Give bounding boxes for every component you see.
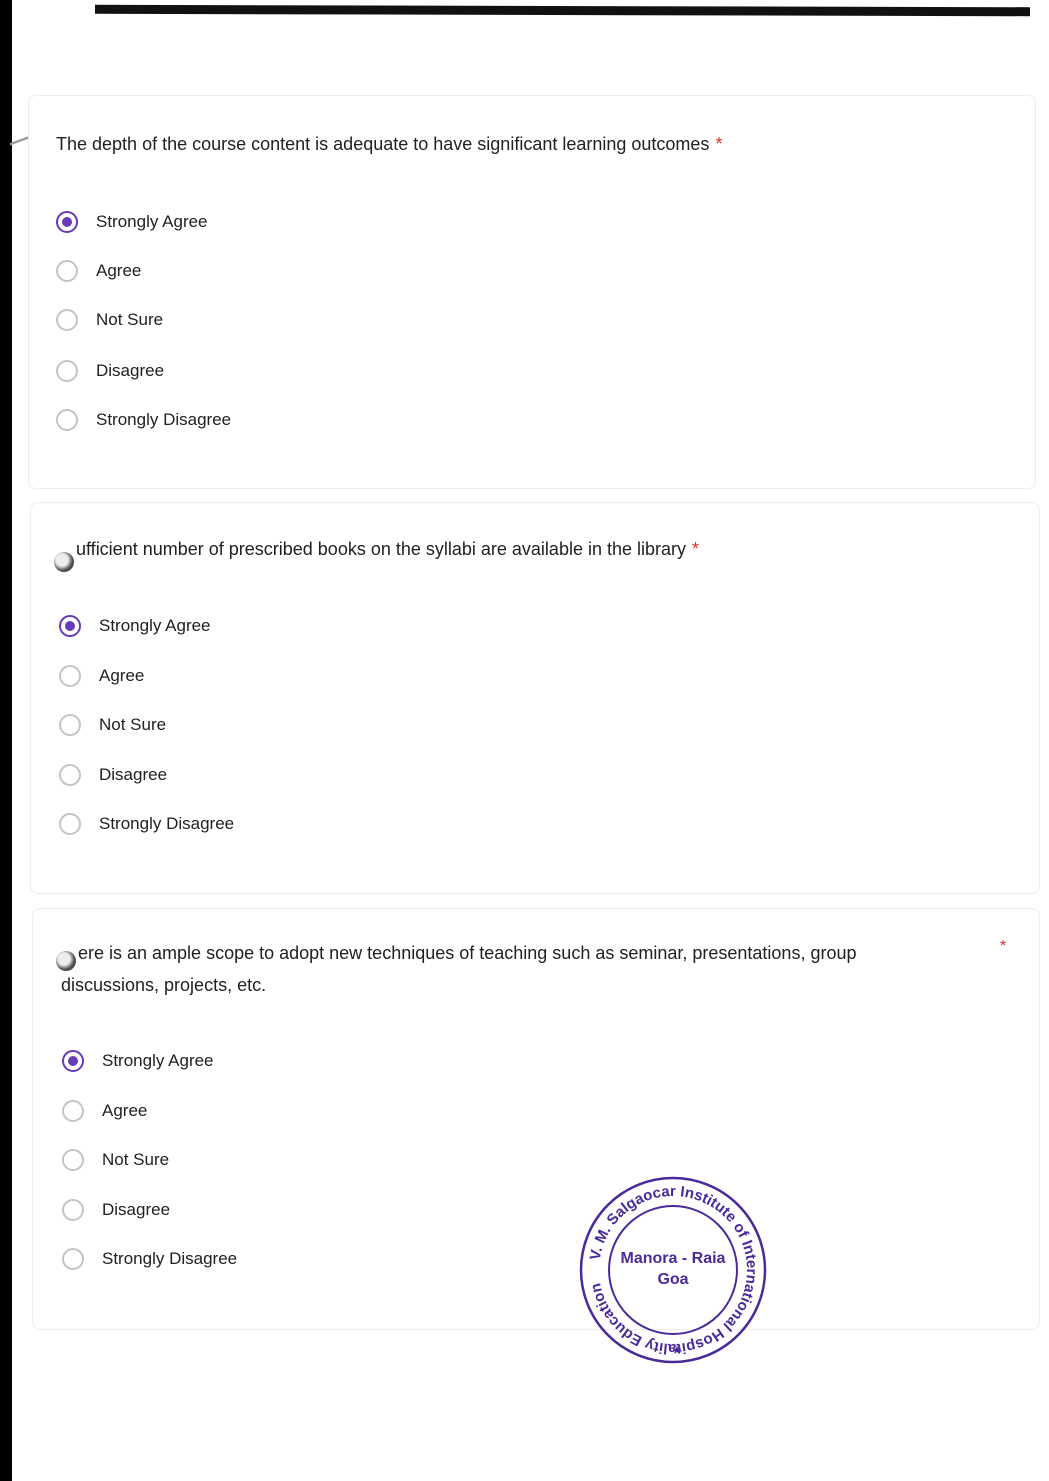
option-label: Strongly Disagree <box>99 814 235 833</box>
radio-unchecked-icon[interactable] <box>62 1248 84 1270</box>
question-2-title: ufficient number of prescribed books on … <box>76 533 699 565</box>
punch-hole-icon <box>54 552 74 572</box>
option-label: Strongly Agree <box>99 616 211 635</box>
q2-option-disagree[interactable]: Disagree <box>59 760 167 790</box>
radio-unchecked-icon[interactable] <box>56 409 78 431</box>
q2-option-strongly-disagree[interactable]: Strongly Disagree <box>59 809 234 839</box>
question-3-text-line-2: discussions, projects, etc. <box>61 975 267 995</box>
q1-option-agree[interactable]: Agree <box>56 256 141 286</box>
radio-checked-icon[interactable] <box>56 211 78 233</box>
option-label: Disagree <box>99 765 168 784</box>
radio-unchecked-icon[interactable] <box>59 714 81 736</box>
question-2-text: ufficient number of prescribed books on … <box>76 539 687 559</box>
institute-seal-stamp: V. M. Salgaocar Institute of Internation… <box>573 1170 773 1370</box>
seal-ring-text: V. M. Salgaocar Institute of Internation… <box>587 1183 760 1357</box>
radio-unchecked-icon[interactable] <box>62 1199 84 1221</box>
q3-option-strongly-disagree[interactable]: Strongly Disagree <box>62 1244 237 1274</box>
radio-unchecked-icon[interactable] <box>56 309 78 331</box>
q3-option-not-sure[interactable]: Not Sure <box>62 1145 169 1175</box>
question-3-title-continued: discussions, projects, etc. <box>61 969 266 1001</box>
punch-hole-icon <box>56 951 76 971</box>
seal-center-line-2: Goa <box>657 1271 688 1288</box>
radio-unchecked-icon[interactable] <box>56 360 78 382</box>
radio-unchecked-icon[interactable] <box>56 260 78 282</box>
q2-option-strongly-agree[interactable]: Strongly Agree <box>59 611 211 641</box>
radio-unchecked-icon[interactable] <box>59 764 81 786</box>
q3-option-strongly-agree[interactable]: Strongly Agree <box>62 1046 214 1076</box>
required-asterisk: * <box>692 539 700 559</box>
q1-option-not-sure[interactable]: Not Sure <box>56 305 163 335</box>
radio-unchecked-icon[interactable] <box>62 1100 84 1122</box>
question-1-title: The depth of the course content is adequ… <box>56 128 722 160</box>
option-label: Not Sure <box>102 1150 170 1169</box>
option-label: Strongly Disagree <box>96 410 232 429</box>
seal-star-icon: ★ <box>672 1343 683 1357</box>
option-label: Not Sure <box>96 310 164 329</box>
radio-unchecked-icon[interactable] <box>59 813 81 835</box>
option-label: Strongly Agree <box>96 212 208 231</box>
option-label: Disagree <box>102 1200 171 1219</box>
option-label: Not Sure <box>99 715 167 734</box>
required-asterisk: * <box>1000 938 1007 955</box>
seal-center-line-1: Manora - Raia <box>621 1250 726 1267</box>
q1-option-disagree[interactable]: Disagree <box>56 356 164 386</box>
q2-option-not-sure[interactable]: Not Sure <box>59 710 166 740</box>
option-label: Agree <box>96 261 142 280</box>
q2-option-agree[interactable]: Agree <box>59 661 144 691</box>
q3-option-agree[interactable]: Agree <box>62 1096 147 1126</box>
seal-graphic: V. M. Salgaocar Institute of Internation… <box>579 1176 767 1364</box>
option-label: Strongly Agree <box>102 1051 214 1070</box>
q3-option-disagree[interactable]: Disagree <box>62 1195 170 1225</box>
scan-border-top <box>94 4 1031 17</box>
question-3-text-line-1: ere is an ample scope to adopt new techn… <box>78 943 857 963</box>
q1-option-strongly-disagree[interactable]: Strongly Disagree <box>56 405 231 435</box>
question-3-title: ere is an ample scope to adopt new techn… <box>78 937 856 969</box>
radio-checked-icon[interactable] <box>59 615 81 637</box>
option-label: Disagree <box>96 361 165 380</box>
radio-unchecked-icon[interactable] <box>59 665 81 687</box>
option-label: Agree <box>99 666 145 685</box>
radio-checked-icon[interactable] <box>62 1050 84 1072</box>
radio-unchecked-icon[interactable] <box>62 1149 84 1171</box>
required-asterisk: * <box>715 134 723 154</box>
q1-option-strongly-agree[interactable]: Strongly Agree <box>56 207 208 237</box>
option-label: Strongly Disagree <box>102 1249 238 1268</box>
question-1-text: The depth of the course content is adequ… <box>56 134 710 154</box>
option-label: Agree <box>102 1101 148 1120</box>
